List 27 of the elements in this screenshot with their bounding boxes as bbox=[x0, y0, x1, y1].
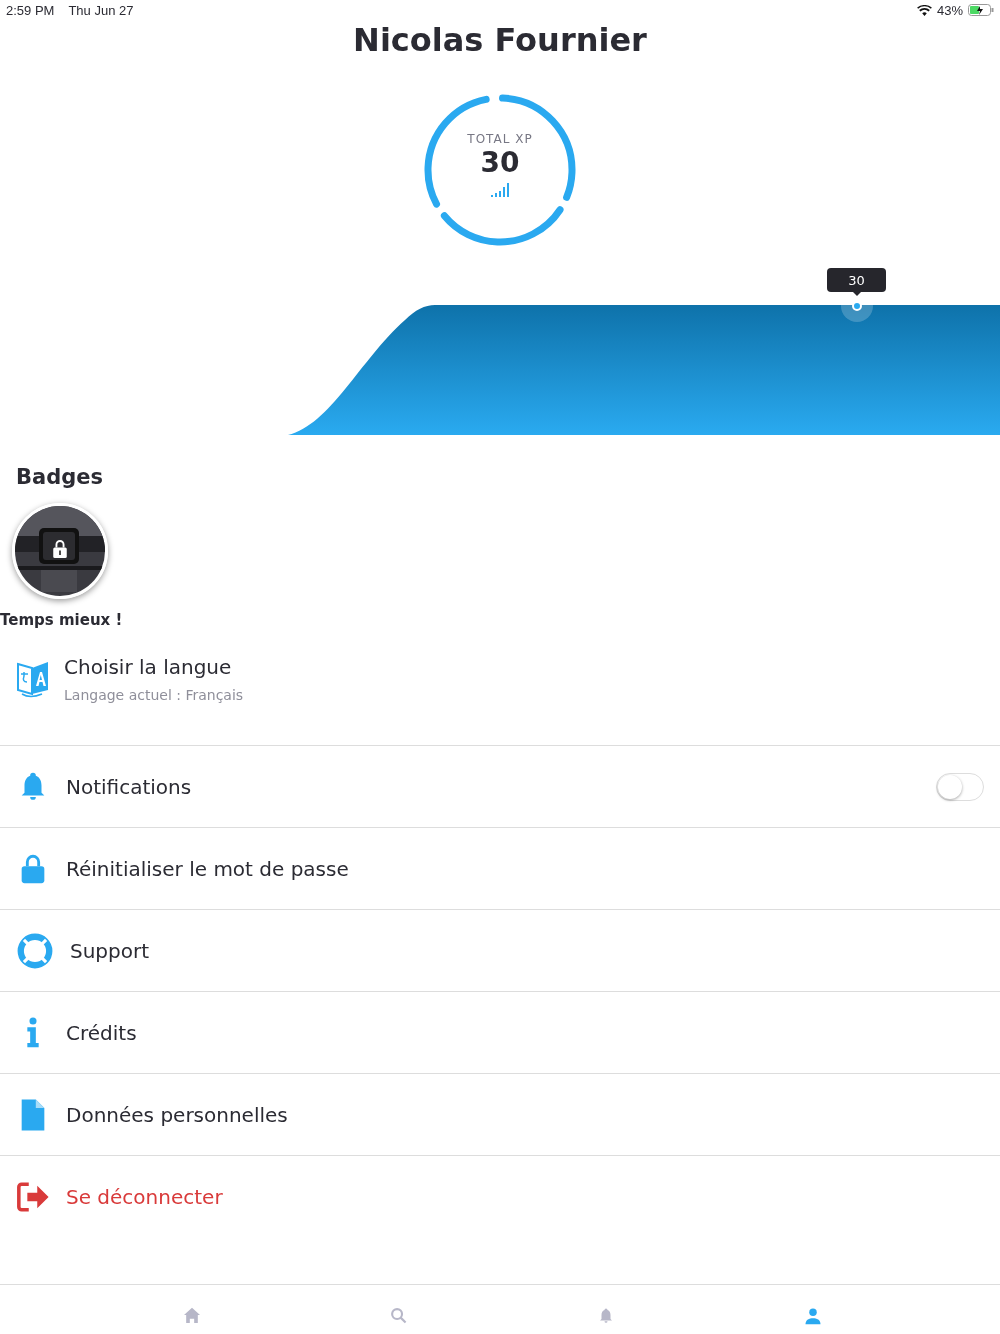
settings-item[interactable]: Crédits bbox=[66, 1020, 137, 1045]
status-time: 2:59 PM bbox=[6, 2, 55, 18]
xp-label: TOTAL XP bbox=[467, 131, 533, 146]
language-title[interactable]: Choisir la langue bbox=[64, 655, 244, 679]
settings-item[interactable]: Support bbox=[70, 938, 150, 963]
translate-icon bbox=[16, 660, 50, 698]
chart-tooltip: 30 bbox=[827, 268, 886, 292]
logout-icon bbox=[16, 1179, 50, 1214]
profile-name: Nicolas Fournier bbox=[352, 20, 648, 60]
language-subtitle: Langage actuel : Français bbox=[64, 687, 244, 703]
settings-item[interactable]: Se déconnecter bbox=[66, 1184, 223, 1209]
home-icon[interactable] bbox=[182, 1307, 201, 1323]
search-icon[interactable] bbox=[390, 1307, 407, 1324]
lifebuoy-icon bbox=[16, 931, 54, 970]
status-date: Thu Jun 27 bbox=[68, 2, 134, 18]
notifications-toggle[interactable] bbox=[936, 772, 984, 801]
signal-bars-icon bbox=[491, 182, 509, 197]
person-icon[interactable] bbox=[803, 1307, 822, 1325]
battery-percentage: 43% bbox=[936, 2, 963, 18]
battery-icon bbox=[968, 4, 994, 16]
badges-heading: Badges bbox=[16, 465, 104, 489]
settings-item[interactable]: Notifications bbox=[66, 774, 192, 799]
settings-item[interactable]: Données personnelles bbox=[66, 1102, 288, 1127]
wifi-icon bbox=[916, 4, 932, 16]
xp-value: 30 bbox=[480, 145, 520, 179]
settings-item[interactable]: Réinitialiser le mot de passe bbox=[66, 856, 349, 881]
badge-name: Temps mieux ! bbox=[0, 611, 123, 629]
